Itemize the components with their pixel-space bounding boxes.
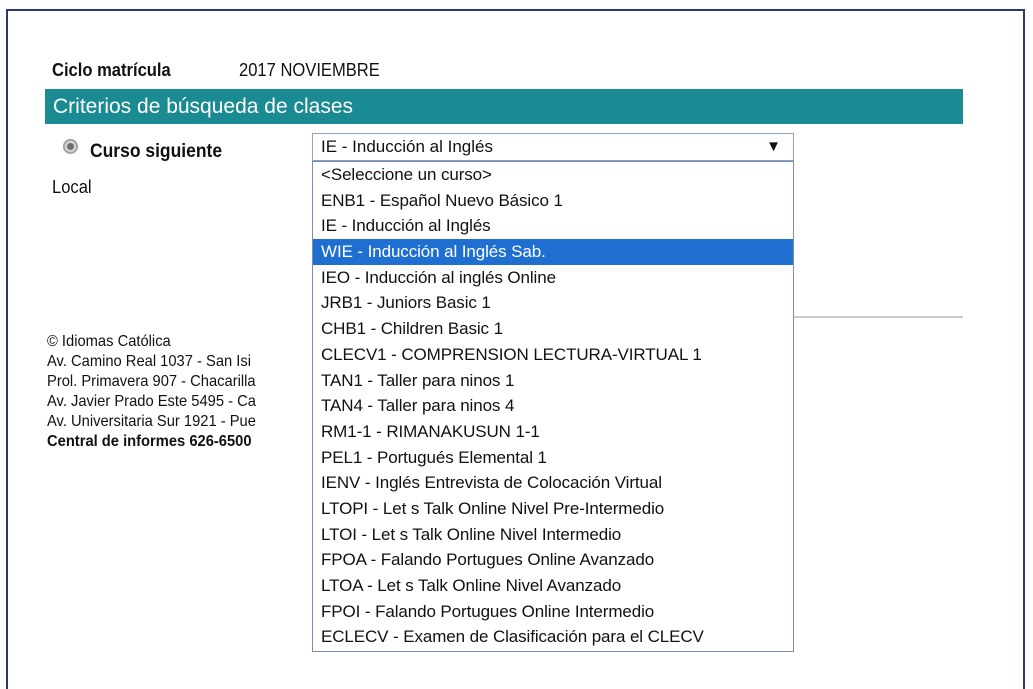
course-option[interactable]: CHB1 - Children Basic 1 — [313, 316, 793, 342]
footer-line: Av. Camino Real 1037 - San Isi — [47, 353, 252, 370]
cycle-value: 2017 NOVIEMBRE — [239, 60, 380, 80]
criteria-header: Criterios de búsqueda de clases — [45, 89, 963, 124]
course-option[interactable]: CLECV1 - COMPRENSION LECTURA-VIRTUAL 1 — [313, 342, 793, 368]
course-option[interactable]: <Seleccione un curso> — [313, 162, 793, 188]
footer-line: Av. Javier Prado Este 5495 - Ca — [47, 393, 256, 410]
cycle-row: Ciclo matrícula 2017 NOVIEMBRE — [52, 60, 380, 81]
footer-phone: Central de informes 626-6500 — [47, 433, 252, 450]
cycle-label: Ciclo matrícula — [52, 60, 171, 80]
course-option[interactable]: IEO - Inducción al inglés Online — [313, 265, 793, 291]
course-select-value: IE - Inducción al Inglés — [321, 137, 493, 156]
footer: © Idiomas Católica Av. Camino Real 1037 … — [47, 332, 312, 452]
course-select[interactable]: IE - Inducción al Inglés ▼ — [312, 133, 794, 161]
course-option[interactable]: ENB1 - Español Nuevo Básico 1 — [313, 188, 793, 214]
course-option[interactable]: ECLECV - Examen de Clasificación para el… — [313, 624, 793, 650]
course-option[interactable]: LTOPI - Let s Talk Online Nivel Pre-Inte… — [313, 496, 793, 522]
course-option[interactable]: TAN1 - Taller para ninos 1 — [313, 368, 793, 394]
course-option-highlighted[interactable]: WIE - Inducción al Inglés Sab. — [313, 239, 793, 265]
local-label: Local — [52, 177, 92, 197]
curso-siguiente-radio[interactable] — [63, 139, 78, 154]
course-option[interactable]: TAN4 - Taller para ninos 4 — [313, 393, 793, 419]
dropdown-arrow-icon[interactable]: ▼ — [766, 134, 781, 160]
course-option[interactable]: JRB1 - Juniors Basic 1 — [313, 290, 793, 316]
course-option[interactable]: PEL1 - Portugués Elemental 1 — [313, 445, 793, 471]
course-option[interactable]: FPOI - Falando Portugues Online Intermed… — [313, 599, 793, 625]
course-dropdown-list: <Seleccione un curso> ENB1 - Español Nuev… — [312, 161, 794, 652]
footer-line: © Idiomas Católica — [47, 333, 171, 350]
course-option[interactable]: IENV - Inglés Entrevista de Colocación V… — [313, 470, 793, 496]
course-option[interactable]: LTOI - Let s Talk Online Nivel Intermedi… — [313, 522, 793, 548]
footer-line: Av. Universitaria Sur 1921 - Pue — [47, 413, 256, 430]
course-option[interactable]: RM1-1 - RIMANAKUSUN 1-1 — [313, 419, 793, 445]
course-option[interactable]: LTOA - Let s Talk Online Nivel Avanzado — [313, 573, 793, 599]
course-option[interactable]: IE - Inducción al Inglés — [313, 213, 793, 239]
course-option[interactable]: FPOA - Falando Portugues Online Avanzado — [313, 547, 793, 573]
curso-siguiente-label: Curso siguiente — [90, 141, 223, 162]
footer-line: Prol. Primavera 907 - Chacarilla — [47, 373, 256, 390]
